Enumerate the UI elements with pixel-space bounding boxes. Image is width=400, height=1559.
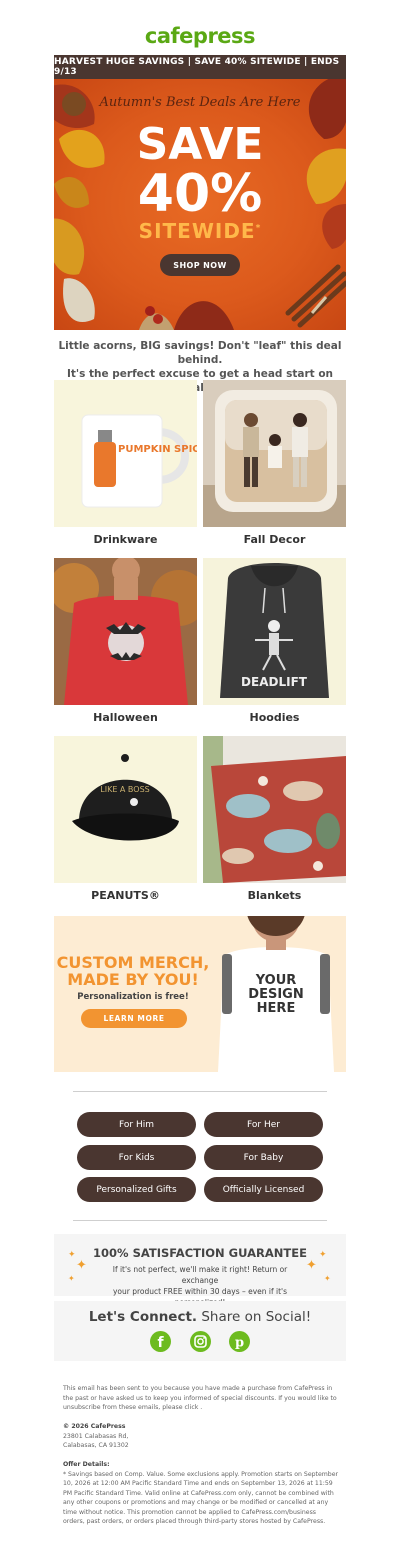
nav-button-for-him[interactable]: For Him	[77, 1112, 196, 1137]
custom-merch-banner[interactable]: CUSTOM MERCH, MADE BY YOU! Personalizati…	[54, 916, 346, 1072]
sparkle-icon: ✦	[306, 1258, 317, 1273]
divider-bottom	[73, 1220, 327, 1221]
facebook-icon[interactable]: f	[150, 1331, 171, 1352]
learn-more-button[interactable]: LEARN MORE	[81, 1009, 187, 1028]
footer-address: © 2026 CafePress 23801 Calabasas Rd, Cal…	[63, 1423, 129, 1449]
category-tile-hoodies[interactable]: DEADLIFT	[203, 558, 346, 705]
blanket-image	[203, 736, 346, 883]
halloween-tshirt-image	[54, 558, 197, 705]
pinterest-icon[interactable]: p	[229, 1331, 250, 1352]
shirt-text-line1: YOUR	[255, 973, 297, 988]
hero-save-text: SAVE	[136, 119, 264, 170]
nav-button-for-kids[interactable]: For Kids	[77, 1145, 196, 1170]
peanuts-cap-image: LIKE A BOSS	[72, 754, 179, 841]
category-tile-peanuts[interactable]: LIKE A BOSS	[54, 736, 197, 883]
category-tile-drinkware[interactable]: PUMPKIN SPICE STAT!	[54, 380, 197, 527]
mug-image: PUMPKIN SPICE STAT!	[81, 414, 197, 508]
email-page: cafepress HARVEST HUGE SAVINGS | SAVE 40…	[0, 0, 400, 1559]
svg-text:p: p	[235, 1336, 244, 1351]
sparkle-icon: ✦	[76, 1258, 87, 1273]
promo-banner-text: HARVEST HUGE SAVINGS | SAVE 40% SITEWIDE…	[54, 57, 340, 77]
nav-button-personalized-gifts[interactable]: Personalized Gifts	[77, 1177, 196, 1202]
model-tshirt-image: YOUR DESIGN HERE	[218, 916, 334, 1072]
hoodie-text: DEADLIFT	[241, 675, 308, 689]
category-label-peanuts[interactable]: PEANUTS®	[54, 889, 197, 902]
category-label-fall-decor[interactable]: Fall Decor	[203, 533, 346, 546]
svg-text:f: f	[157, 1335, 164, 1351]
hero-tagline: Autumn's Best Deals Are Here	[99, 95, 301, 110]
pillow-family-image	[203, 380, 346, 527]
category-tile-blankets[interactable]	[203, 736, 346, 883]
category-label-drinkware[interactable]: Drinkware	[54, 533, 197, 546]
cafepress-logo[interactable]: cafepress	[0, 24, 400, 48]
category-label-hoodies[interactable]: Hoodies	[203, 711, 346, 724]
category-label-halloween[interactable]: Halloween	[54, 711, 197, 724]
shop-now-button[interactable]: SHOP NOW	[160, 254, 240, 276]
satisfaction-guarantee-box: ✦ ✦ ✦ ✦ ✦ ✦ 100% SATISFACTION GUARANTEE …	[54, 1234, 346, 1307]
social-title: Let's Connect. Share on Social!	[88, 1309, 312, 1325]
shirt-text-line3: HERE	[257, 1001, 296, 1016]
social-section: Let's Connect. Share on Social! f p	[54, 1301, 346, 1361]
nav-button-for-baby[interactable]: For Baby	[204, 1145, 323, 1170]
guarantee-title: 100% SATISFACTION GUARANTEE	[93, 1246, 307, 1260]
category-label-blankets[interactable]: Blankets	[203, 889, 346, 902]
sparkle-icon: ✦	[324, 1274, 331, 1283]
mug-text: PUMPKIN SPICE STAT!	[118, 444, 197, 455]
category-tile-halloween[interactable]	[54, 558, 197, 705]
hero-sitewide-text: SITEWIDE*	[138, 219, 262, 243]
hero-percent-text: 40%	[137, 164, 263, 224]
nav-button-officially-licensed[interactable]: Officially Licensed	[204, 1177, 323, 1202]
custom-merch-headline: CUSTOM MERCH, MADE BY YOU!	[56, 953, 210, 989]
footer-offer-details: Offer Details: * Savings based on Comp. …	[63, 1461, 339, 1525]
cap-text: LIKE A BOSS	[100, 785, 149, 794]
divider-top	[73, 1091, 327, 1092]
shirt-text-line2: DESIGN	[248, 987, 303, 1002]
promo-banner-bar[interactable]: HARVEST HUGE SAVINGS | SAVE 40% SITEWIDE…	[54, 55, 346, 79]
footer-notice: This email has been sent to you because …	[63, 1385, 337, 1411]
hoodie-image: DEADLIFT	[220, 563, 329, 698]
instagram-icon[interactable]	[190, 1331, 211, 1352]
nav-button-for-her[interactable]: For Her	[204, 1112, 323, 1137]
sparkle-icon: ✦	[68, 1274, 75, 1283]
category-tile-fall-decor[interactable]	[203, 380, 346, 527]
hero-banner[interactable]: Autumn's Best Deals Are Here SAVE 40% SI…	[54, 79, 346, 330]
personalization-subtext: Personalization is free!	[77, 992, 189, 1002]
